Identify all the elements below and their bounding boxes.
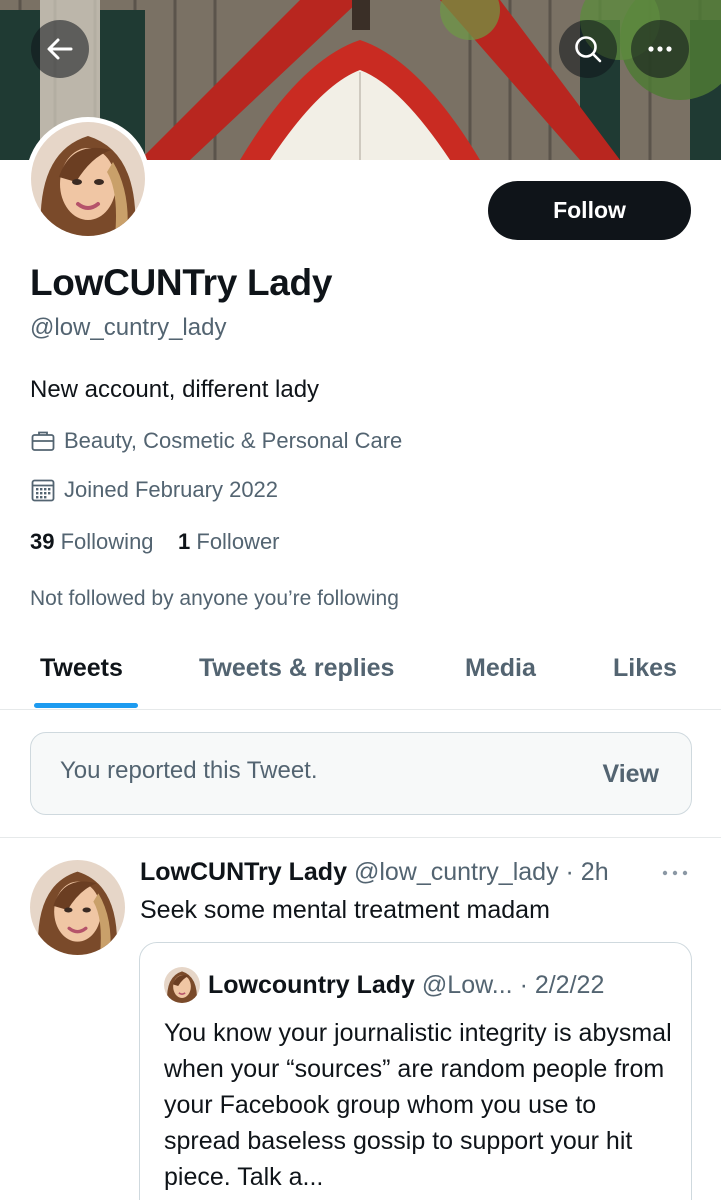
avatar-image: [164, 967, 200, 1003]
tab-tweets[interactable]: Tweets: [40, 654, 123, 683]
profile-counts: 39 Following 1 Follower: [30, 529, 280, 555]
profile-bio: New account, different lady: [30, 376, 320, 403]
back-button[interactable]: [31, 20, 89, 78]
tweet-author-avatar[interactable]: [30, 860, 125, 955]
avatar-image: [30, 860, 125, 955]
quoted-tweet-header: Lowcountry Lady @Low... · 2/2/22: [208, 971, 604, 1000]
quoted-author-name: Lowcountry Lady: [208, 971, 415, 999]
followers-count: 1: [178, 529, 191, 554]
briefcase-icon: [31, 431, 55, 451]
arrow-left-icon: [47, 38, 73, 60]
followers-label: Follower: [196, 529, 280, 554]
profile-category: Beauty, Cosmetic & Personal Care: [30, 428, 402, 454]
search-icon: [575, 36, 602, 63]
tweet-handle-time: @low_cuntry_lady · 2h: [353, 858, 609, 886]
view-button[interactable]: View: [602, 760, 659, 789]
profile-handle: @low_cuntry_lady: [30, 314, 227, 341]
tweet-more-button[interactable]: [660, 863, 690, 888]
following-link[interactable]: 39 Following: [30, 529, 154, 554]
not-followed-note: Not followed by anyone you’re following: [30, 587, 399, 610]
tab-media[interactable]: Media: [465, 654, 536, 683]
search-button[interactable]: [559, 20, 617, 78]
followers-link[interactable]: 1 Follower: [178, 529, 280, 554]
tab-likes[interactable]: Likes: [613, 654, 677, 683]
tweet-header: LowCUNTry Lady @low_cuntry_lady · 2h: [140, 858, 609, 887]
profile-category-label: Beauty, Cosmetic & Personal Care: [64, 428, 403, 453]
tweet-text: Seek some mental treatment madam: [140, 896, 550, 924]
more-button[interactable]: [631, 20, 689, 78]
tab-tweets-replies[interactable]: Tweets & replies: [199, 654, 394, 683]
quoted-tweet[interactable]: Lowcountry Lady @Low... · 2/2/22 You kno…: [139, 942, 692, 1200]
more-horizontal-icon: [648, 46, 672, 52]
following-count: 39: [30, 529, 55, 554]
profile-tabs: Tweets Tweets & replies Media Likes: [0, 630, 721, 710]
active-tab-indicator: [34, 703, 138, 708]
follow-button[interactable]: Follow: [488, 181, 691, 240]
profile-joined-label: Joined February 2022: [64, 477, 279, 502]
reported-tweet-notice: You reported this Tweet. View: [30, 732, 692, 815]
quoted-author-avatar: [164, 967, 200, 1003]
following-label: Following: [60, 529, 154, 554]
profile-avatar[interactable]: [26, 117, 150, 241]
profile-display-name: LowCUNTry Lady: [30, 262, 333, 303]
more-horizontal-icon: [662, 870, 688, 876]
reported-tweet-text: You reported this Tweet.: [60, 757, 318, 784]
quoted-handle-date: @Low... · 2/2/22: [421, 971, 605, 999]
profile-joined: Joined February 2022: [30, 477, 278, 503]
calendar-icon: [31, 479, 55, 502]
divider: [0, 837, 721, 838]
avatar-image: [31, 122, 145, 236]
quoted-tweet-text: You know your journalistic integrity is …: [164, 1019, 672, 1191]
tweet-author-name[interactable]: LowCUNTry Lady: [140, 858, 347, 886]
